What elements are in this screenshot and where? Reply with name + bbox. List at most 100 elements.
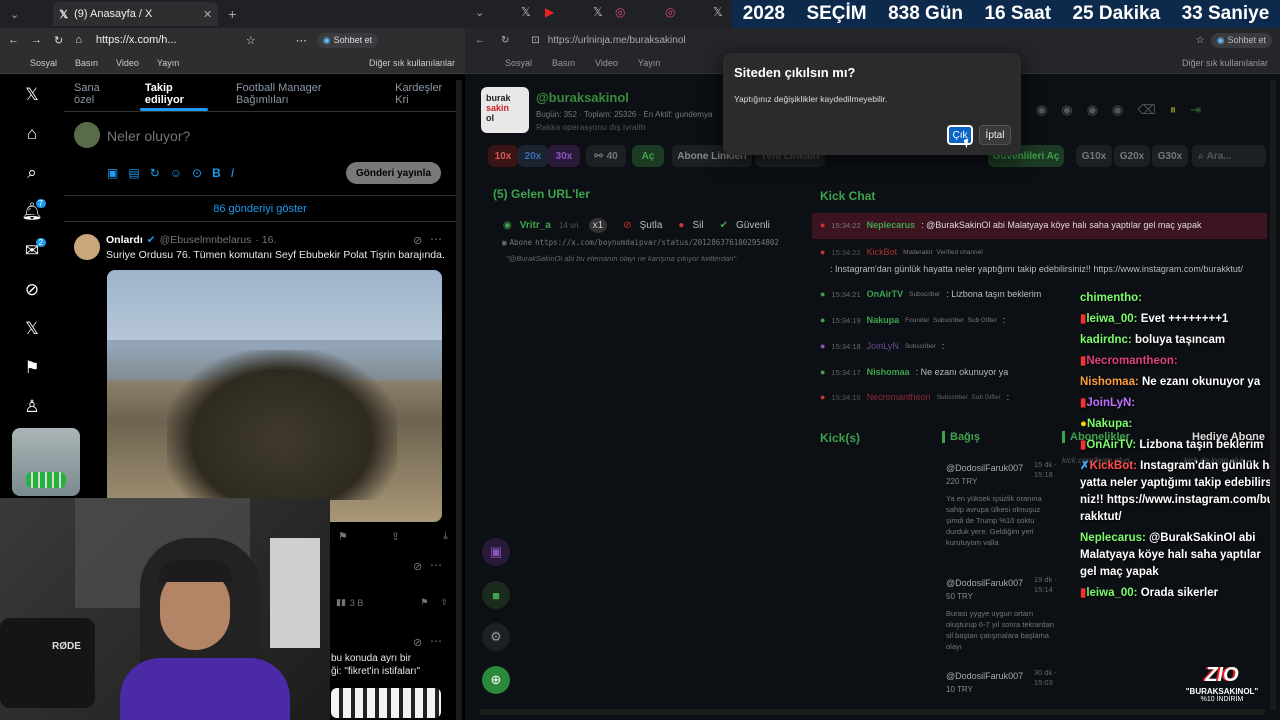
copilot-chat-button[interactable]: ◉ Sohbet et [316, 32, 379, 48]
discord-icon[interactable]: ◉ [1087, 102, 1098, 118]
pause-icon[interactable]: ⏸ [1170, 102, 1177, 118]
delete-button[interactable]: Sil [692, 220, 703, 231]
chat-user[interactable]: Nishomaa [867, 367, 910, 377]
chat-user[interactable]: KickBot [867, 247, 898, 257]
twitter-icon[interactable]: ◉ [1036, 102, 1047, 118]
home-icon[interactable]: ⌂ [75, 34, 82, 46]
incoming-user[interactable]: Vritr_a [520, 220, 551, 231]
left-scrollbar[interactable] [456, 80, 462, 720]
new-tab-icon[interactable]: + [228, 6, 236, 22]
tweet-more-icon[interactable]: ⋯ [430, 558, 442, 572]
fav-other[interactable]: Diğer sık kullanılanlar [369, 58, 455, 68]
grok-icon[interactable]: ↻ [150, 166, 160, 180]
back-icon[interactable]: ← [475, 35, 485, 46]
tweet-handle[interactable]: @Ebuselmnbelarus [160, 234, 252, 246]
avatar[interactable] [74, 122, 100, 148]
url-field[interactable]: https://x.com/h... [96, 34, 177, 46]
instagram-tab-icon[interactable]: ◎ [615, 5, 625, 19]
right-scrollbar[interactable] [1270, 80, 1276, 710]
mult-20x-button[interactable]: 20x [518, 145, 548, 167]
g20x-button[interactable]: G20x [1114, 145, 1150, 167]
kick-out-button[interactable]: Şutla [640, 220, 663, 231]
image-icon[interactable]: ▣ [107, 166, 118, 180]
refresh-icon[interactable]: ↻ [54, 34, 63, 47]
kick-icon[interactable]: ■ [482, 581, 510, 609]
mult-30x-button[interactable]: 30x [548, 145, 580, 167]
fav-sosyal[interactable]: Sosyal [505, 58, 532, 68]
bookmark-icon[interactable]: ⚑ [14, 355, 50, 381]
tweet-more-icon[interactable]: ⋯ [430, 232, 442, 246]
twitch-icon[interactable]: ▣ [482, 538, 510, 566]
tab-following[interactable]: Takip ediliyor [145, 82, 212, 106]
tab-fm-community[interactable]: Football Manager Bağımlıları [236, 82, 371, 106]
x-tab-icon[interactable]: 𝕏 [713, 5, 723, 19]
mult-10x-button[interactable]: 10x [488, 145, 518, 167]
tab-menu-icon[interactable]: ⌄ [10, 8, 19, 21]
fav-video[interactable]: Video [116, 58, 139, 68]
more-icon[interactable]: ⋯ [296, 34, 307, 47]
tab-close-icon[interactable]: ✕ [203, 8, 212, 21]
x-icon[interactable]: ◉ [1112, 102, 1123, 118]
x-premium-icon[interactable]: 𝕏 [14, 316, 50, 342]
settings-gear-icon[interactable]: ⚙ [482, 623, 510, 651]
forward-icon[interactable]: → [31, 34, 42, 46]
jobs-icon[interactable]: ♙ [14, 394, 50, 420]
grok-icon[interactable]: ⊘ [413, 636, 422, 649]
chat-user[interactable]: Neplecarus [867, 220, 916, 230]
post-button[interactable]: Gönderi yayınla [346, 162, 441, 184]
grok-icon[interactable]: ⊘ [413, 234, 422, 247]
tab-for-you[interactable]: Sana özel [74, 82, 121, 106]
search-icon[interactable]: ⌕ [14, 160, 50, 186]
search-input[interactable]: ⌕ Ara... [1192, 145, 1266, 167]
profile-handle[interactable]: @buraksakinol [536, 90, 629, 105]
fav-yayin[interactable]: Yayın [157, 58, 179, 68]
tweet-2-image[interactable] [331, 688, 441, 718]
fav-basin[interactable]: Basın [552, 58, 575, 68]
x-logo-icon[interactable]: 𝕏 [14, 82, 50, 108]
g30x-button[interactable]: G30x [1152, 145, 1188, 167]
fav-other[interactable]: Diğer sık kullanılanlar [1182, 58, 1268, 68]
bookmark-icon[interactable]: ⚑ [338, 530, 348, 543]
tab-kardesler[interactable]: Kardeşler Kri [395, 82, 456, 106]
tweet-photo[interactable] [107, 270, 442, 522]
tab-x-home[interactable]: 𝕏 (9) Anasayfa / X ✕ [53, 2, 219, 26]
compose-input[interactable]: Neler oluyor? [107, 128, 190, 144]
chat-user[interactable]: Necromantheon [867, 392, 931, 402]
show-more-posts[interactable]: 86 gönderiyi göster [64, 196, 456, 222]
chat-user[interactable]: OnAirTV [867, 289, 904, 299]
youtube-tab-icon[interactable]: ▶ [545, 5, 554, 19]
tweet-avatar[interactable] [74, 234, 100, 260]
tab-menu-icon[interactable]: ⌄ [475, 6, 484, 19]
instagram-tab-icon[interactable]: ◎ [665, 5, 675, 19]
home-icon[interactable]: ⌂ [14, 121, 50, 147]
grok-icon[interactable]: ⊘ [14, 277, 50, 303]
fav-sosyal[interactable]: Sosyal [30, 58, 57, 68]
refresh-icon[interactable]: ↻ [501, 35, 509, 46]
g10x-button[interactable]: G10x [1076, 145, 1112, 167]
location-icon[interactable]: ⊙ [192, 166, 202, 180]
open-button[interactable]: Aç [632, 145, 664, 167]
italic-icon[interactable]: I [231, 166, 234, 180]
tweet-name[interactable]: Onlardı [106, 234, 143, 246]
logout-icon[interactable]: ⇥ [1190, 102, 1201, 118]
url-field[interactable]: https://urlninja.me/buraksakinol [548, 35, 686, 46]
horizontal-scrollbar[interactable] [480, 709, 1265, 715]
star-icon[interactable]: ☆ [1196, 35, 1205, 46]
bookmark-icon[interactable]: ⚑ [420, 597, 428, 608]
messages-icon[interactable]: ✉ 2 [14, 238, 50, 264]
share-icon[interactable]: ⇪ [440, 597, 448, 608]
chat-user[interactable]: Nakupa [867, 315, 900, 325]
trusted-button[interactable]: Güvenli [736, 220, 770, 231]
bold-icon[interactable]: B [212, 166, 221, 180]
copilot-chat-button[interactable]: ◉ Sohbet et [1210, 32, 1272, 48]
fav-yayin[interactable]: Yayın [638, 58, 660, 68]
fav-basin[interactable]: Basın [75, 58, 98, 68]
instagram-icon[interactable]: ◉ [1061, 102, 1072, 118]
incoming-link[interactable]: https://x.com/boynumdaipvar/status/20128… [535, 238, 779, 247]
chat-user[interactable]: JoinLyN [867, 341, 899, 351]
back-icon[interactable]: ← [8, 34, 19, 46]
star-icon[interactable]: ☆ [246, 34, 256, 47]
download-icon[interactable]: ⤓ [443, 530, 448, 543]
x-tab-icon[interactable]: 𝕏 [593, 5, 603, 19]
trash-icon[interactable]: ⌫ [1137, 102, 1155, 118]
